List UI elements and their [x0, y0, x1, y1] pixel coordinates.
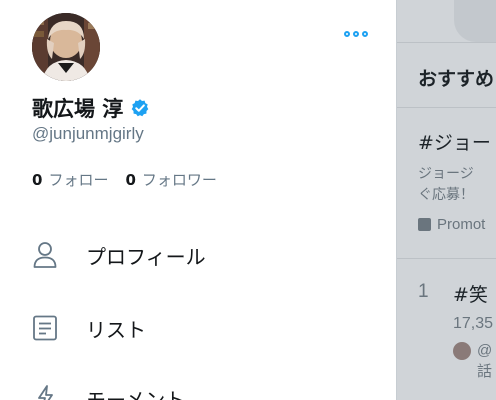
following-link[interactable]: 0 フォロー — [32, 169, 108, 190]
moments-icon — [30, 383, 60, 400]
promoted-trend-description: ジョージ ぐ応募！ — [418, 164, 474, 206]
list-icon — [30, 313, 60, 343]
more-dot-icon — [362, 31, 368, 37]
followers-label: フォロワー — [141, 171, 217, 189]
more-dot-icon — [344, 31, 350, 37]
followers-link[interactable]: 0 フォロワー — [125, 169, 216, 190]
search-bar — [454, 0, 496, 42]
display-name: 歌広場 淳 — [32, 97, 124, 121]
account-drawer: 歌広場 淳 @junjunmjgirly 0 フォロー 0 フォロワー プロフィ… — [0, 0, 396, 400]
avatar-image — [32, 13, 100, 81]
description-line: ジョージ — [418, 166, 474, 182]
menu-item-lists[interactable]: リスト — [30, 308, 370, 348]
avatar[interactable] — [32, 13, 100, 81]
more-options-button[interactable] — [336, 22, 376, 46]
promoted-text: Promot — [437, 216, 486, 233]
promoted-trend-tag: #ジョー — [418, 132, 491, 154]
trend-count: 17,35 — [453, 315, 494, 332]
person-icon — [30, 240, 60, 270]
follow-stats: 0 フォロー 0 フォロワー — [32, 169, 217, 190]
trend-tag: #笑 — [453, 284, 488, 306]
description-line: ぐ応募！ — [418, 187, 474, 203]
menu-item-profile[interactable]: プロフィール — [30, 235, 370, 275]
section-heading: おすすめ — [418, 68, 495, 90]
trend-user: @ — [477, 342, 493, 359]
followers-count: 0 — [125, 171, 136, 189]
promoted-label: Promot — [418, 216, 485, 233]
user-handle: @junjunmjgirly — [32, 124, 144, 143]
divider — [397, 107, 496, 108]
divider — [397, 258, 496, 259]
trend-rank: 1 — [418, 281, 429, 302]
menu-item-label: プロフィール — [86, 244, 206, 269]
background-timeline-overlay[interactable]: おすすめ #ジョー ジョージ ぐ応募！ Promot 1 #笑 17,35 @ … — [397, 0, 496, 400]
following-label: フォロー — [48, 171, 109, 189]
avatar — [453, 342, 471, 360]
more-dot-icon — [353, 31, 359, 37]
verified-badge-icon — [130, 98, 150, 118]
promoted-icon — [418, 218, 431, 231]
trend-context: 話 — [477, 362, 493, 380]
menu-item-label: リスト — [86, 317, 146, 342]
display-name-row: 歌広場 淳 — [32, 93, 150, 123]
following-count: 0 — [32, 171, 43, 189]
menu-item-moments[interactable]: モーメント — [30, 378, 370, 400]
menu-item-label: モーメント — [86, 387, 186, 400]
divider — [397, 42, 496, 43]
